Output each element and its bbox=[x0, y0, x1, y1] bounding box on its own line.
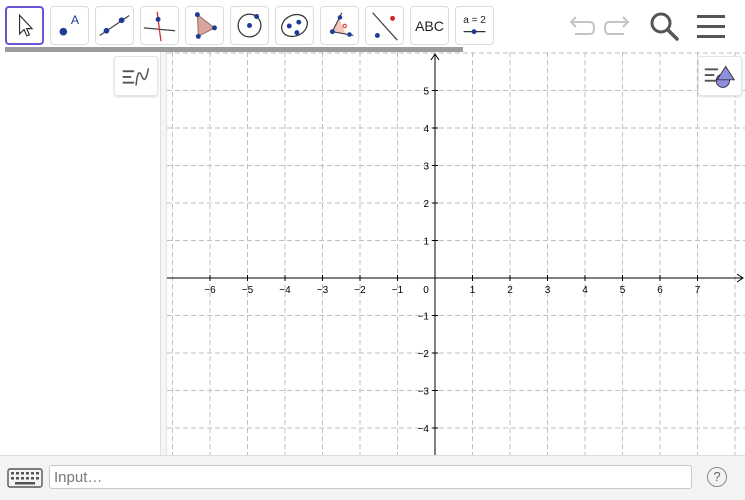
arrow-cursor-icon bbox=[18, 13, 34, 37]
main-menu-button[interactable] bbox=[693, 8, 729, 44]
ellipse-tool-button[interactable] bbox=[275, 6, 314, 45]
undo-icon bbox=[569, 16, 596, 35]
search-icon bbox=[650, 12, 679, 41]
y-tick-label: −2 bbox=[418, 349, 430, 360]
keyboard-button[interactable] bbox=[4, 466, 46, 490]
undo-button[interactable] bbox=[563, 8, 599, 44]
x-tick-label: −1 bbox=[392, 285, 404, 296]
graphics-style-icon bbox=[704, 65, 736, 88]
input-bar: ? bbox=[0, 455, 745, 500]
slider-tool-button[interactable]: a = 2 bbox=[455, 6, 494, 45]
x-tick-label: 5 bbox=[620, 285, 626, 296]
x-tick-label: 4 bbox=[582, 285, 588, 296]
circle-tool-button[interactable] bbox=[230, 6, 269, 45]
x-tick-label: −6 bbox=[204, 285, 216, 296]
point-icon: A bbox=[59, 13, 80, 36]
ellipse-icon bbox=[281, 13, 308, 38]
hamburger-menu-icon bbox=[697, 15, 725, 38]
x-tick-label: 3 bbox=[545, 285, 551, 296]
point-tool-label: A bbox=[71, 13, 80, 27]
redo-icon bbox=[603, 16, 630, 35]
line-tool-button[interactable] bbox=[95, 6, 134, 45]
y-tick-label: −1 bbox=[418, 312, 430, 323]
angle-icon bbox=[329, 12, 354, 37]
x-tick-label: 1 bbox=[470, 285, 476, 296]
search-button[interactable] bbox=[646, 8, 682, 44]
keyboard-icon bbox=[7, 468, 43, 488]
y-tick-label: 5 bbox=[423, 87, 429, 98]
view-splitter[interactable] bbox=[160, 52, 167, 455]
x-tick-label: −4 bbox=[279, 285, 291, 296]
x-tick-label: 7 bbox=[695, 285, 701, 296]
text-tool-button[interactable]: ABC bbox=[410, 6, 449, 45]
polygon-icon bbox=[194, 12, 217, 39]
redo-button[interactable] bbox=[600, 8, 636, 44]
y-tick-label: −4 bbox=[418, 424, 430, 435]
algebra-input-field[interactable] bbox=[49, 465, 692, 489]
perpendicular-line-tool-button[interactable] bbox=[140, 6, 179, 45]
help-button[interactable]: ? bbox=[707, 467, 727, 487]
y-tick-label: 2 bbox=[423, 199, 429, 210]
y-tick-label: 1 bbox=[423, 237, 429, 248]
graphics-canvas[interactable]: −6 −5 −4 −3 −2 −1 0 1 2 3 4 5 6 7 5 4 3 2 1 −1 −2 −3 −4 bbox=[167, 52, 745, 455]
graphics-view[interactable]: −6 −5 −4 −3 −2 −1 0 1 2 3 4 5 6 7 5 4 3 2 1 −1 −2 −3 −4 bbox=[167, 52, 745, 455]
algebra-style-button[interactable] bbox=[114, 56, 158, 96]
slider-icon bbox=[463, 29, 486, 35]
graphics-style-button[interactable] bbox=[698, 56, 742, 96]
algebra-view[interactable] bbox=[0, 52, 160, 455]
x-tick-label: 2 bbox=[507, 285, 513, 296]
x-tick-label: −5 bbox=[242, 285, 254, 296]
algebra-style-icon bbox=[122, 68, 150, 86]
angle-tool-button[interactable] bbox=[320, 6, 359, 45]
point-tool-button[interactable]: A bbox=[50, 6, 89, 45]
text-tool-label: ABC bbox=[415, 18, 444, 34]
polygon-tool-button[interactable] bbox=[185, 6, 224, 45]
circle-center-point-icon bbox=[237, 13, 262, 38]
x-tick-label: 0 bbox=[423, 285, 429, 296]
y-tick-label: −3 bbox=[418, 387, 430, 398]
move-tool-button[interactable] bbox=[5, 6, 44, 45]
y-tick-label: 3 bbox=[423, 162, 429, 173]
reflect-tool-button[interactable] bbox=[365, 6, 404, 45]
x-tick-label: 6 bbox=[657, 285, 663, 296]
toolbar: A ABC a = 2 bbox=[0, 0, 745, 52]
x-tick-label: −2 bbox=[354, 285, 366, 296]
x-tick-label: −3 bbox=[317, 285, 329, 296]
perpendicular-line-icon bbox=[143, 11, 176, 42]
reflect-about-line-icon bbox=[372, 12, 398, 41]
y-tick-label: 4 bbox=[423, 124, 429, 135]
line-through-points-icon bbox=[99, 15, 130, 36]
